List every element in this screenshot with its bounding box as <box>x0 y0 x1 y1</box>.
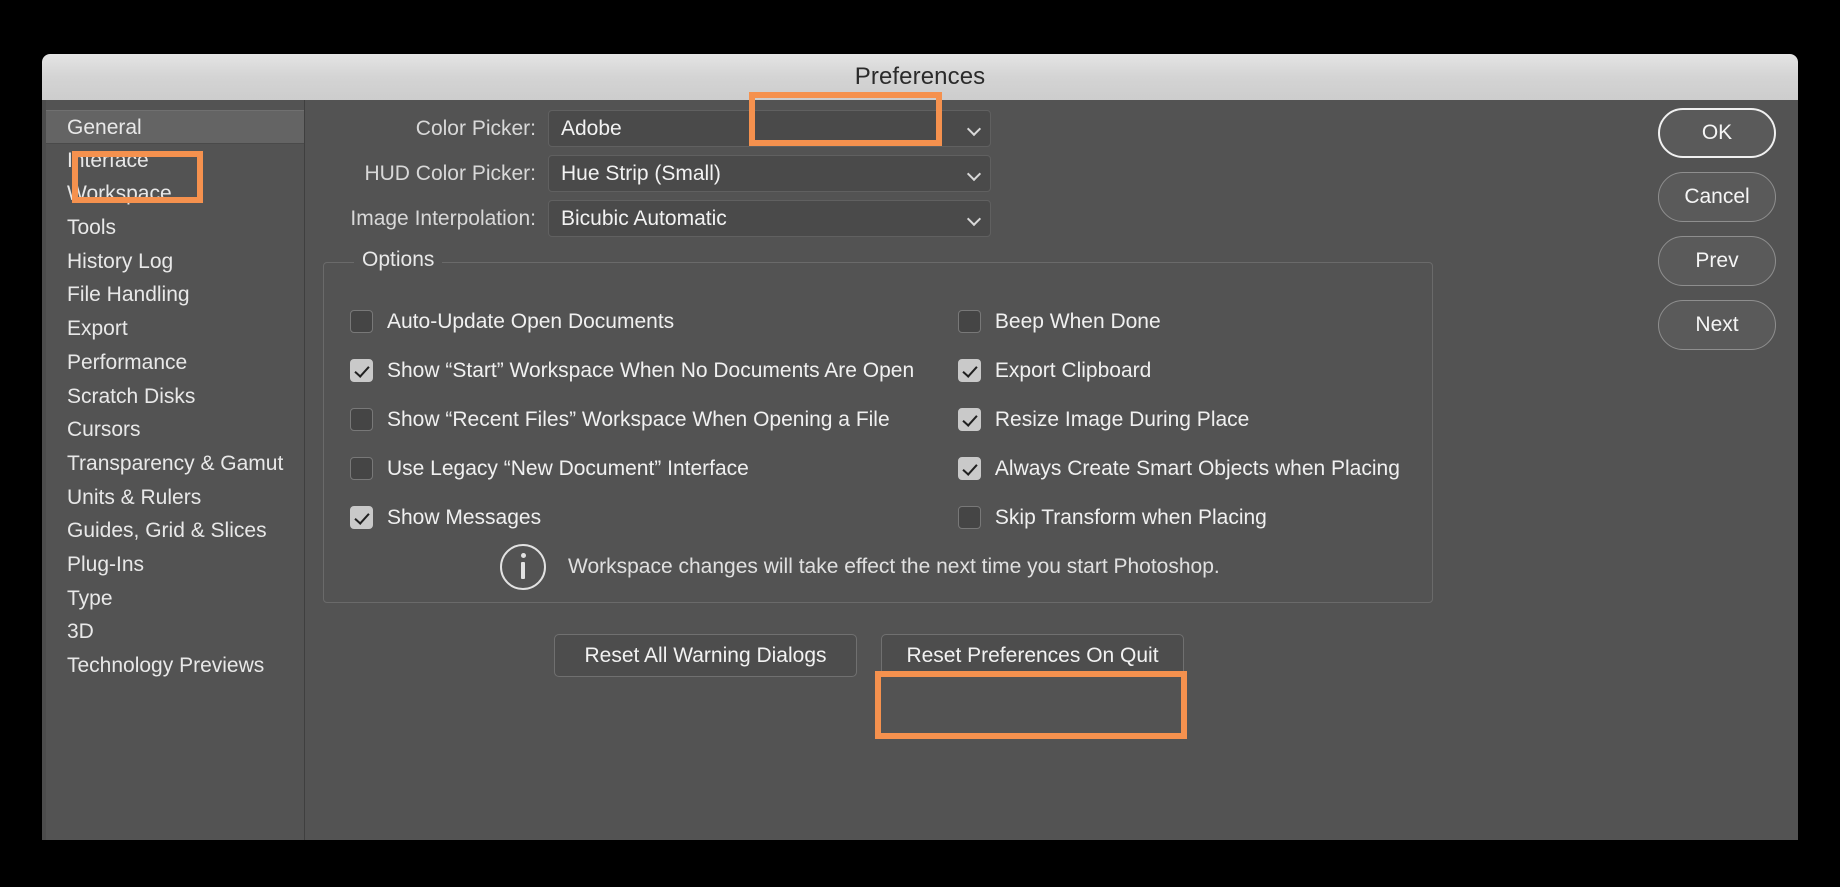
sidebar-item-units-rulers[interactable]: Units & Rulers <box>42 481 304 515</box>
checkbox-row[interactable]: Beep When Done <box>957 297 1432 346</box>
select-image-interpolation[interactable]: Bicubic Automatic <box>548 200 991 237</box>
sidebar-item-type[interactable]: Type <box>42 582 304 616</box>
field-row: HUD Color Picker: Hue Strip (Small) <box>305 155 1005 192</box>
checkbox-row[interactable]: Use Legacy “New Document” Interface <box>350 444 940 493</box>
chevron-down-icon <box>968 168 980 180</box>
checkbox-label: Resize Image During Place <box>994 407 1250 431</box>
sidebar-item-general[interactable]: General <box>42 110 304 144</box>
sidebar-item-scratch-disks[interactable]: Scratch Disks <box>42 380 304 414</box>
options-columns: Auto-Update Open Documents Show “Start” W… <box>324 297 1432 542</box>
ok-button[interactable]: OK <box>1658 108 1776 158</box>
preferences-sidebar: General Interface Workspace Tools History Lo… <box>42 100 305 840</box>
sidebar-list: General Interface Workspace Tools History Lo… <box>42 110 304 683</box>
cancel-button[interactable]: Cancel <box>1658 172 1776 222</box>
sidebar-item-export[interactable]: Export <box>42 312 304 346</box>
sidebar-item-technology-previews[interactable]: Technology Previews <box>42 649 304 683</box>
checkbox-export-clipboard[interactable] <box>957 359 981 382</box>
checkbox-label: Auto-Update Open Documents <box>387 309 675 333</box>
dialog-titlebar: Preferences <box>42 54 1798 101</box>
checkbox-label: Use Legacy “New Document” Interface <box>387 456 749 480</box>
prev-button[interactable]: Prev <box>1658 236 1776 286</box>
checkbox-use-legacy-new-document-interface[interactable] <box>350 457 373 480</box>
checkbox-always-create-smart-objects-when-placing[interactable] <box>957 457 981 480</box>
checkbox-row[interactable]: Resize Image During Place <box>957 395 1432 444</box>
options-column-left: Auto-Update Open Documents Show “Start” W… <box>324 297 940 542</box>
checkbox-label: Skip Transform when Placing <box>994 505 1267 529</box>
checkbox-show-start-workspace-when-no-documents-are-open[interactable] <box>350 359 373 382</box>
preferences-main-panel: Color Picker: Adobe HUD Color Picker: Hue S… <box>305 100 1798 840</box>
checkbox-row[interactable]: Auto-Update Open Documents <box>350 297 940 346</box>
chevron-down-icon <box>968 123 980 135</box>
sidebar-item-cursors[interactable]: Cursors <box>42 413 304 447</box>
checkbox-skip-transform-when-placing[interactable] <box>957 506 981 529</box>
select-color-picker[interactable]: Adobe <box>548 110 991 147</box>
checkbox-label: Show “Start” Workspace When No Documents… <box>387 358 915 382</box>
checkbox-show-recent-files-workspace-when-opening-a-file[interactable] <box>350 408 373 431</box>
checkbox-row[interactable]: Always Create Smart Objects when Placing <box>957 444 1432 493</box>
checkbox-row[interactable]: Skip Transform when Placing <box>957 493 1432 542</box>
checkbox-label: Show Messages <box>387 505 542 529</box>
options-column-right: Beep When Done Export Clipboard Resize Ima… <box>940 297 1432 542</box>
sidebar-item-tools[interactable]: Tools <box>42 211 304 245</box>
page-title: Preferences <box>854 63 986 90</box>
options-group: Options Auto-Update Open Documents Show “… <box>323 248 1433 603</box>
sidebar-item-workspace[interactable]: Workspace <box>42 177 304 211</box>
options-legend: Options <box>354 248 443 272</box>
checkbox-label: Always Create Smart Objects when Placing <box>994 456 1400 480</box>
checkbox-label: Show “Recent Files” Workspace When Openi… <box>387 407 890 431</box>
reset-preferences-on-quit-button[interactable]: Reset Preferences On Quit <box>881 634 1184 677</box>
reset-all-warning-dialogs-button[interactable]: Reset All Warning Dialogs <box>554 634 857 677</box>
sidebar-item-guides-grid-slices[interactable]: Guides, Grid & Slices <box>42 514 304 548</box>
sidebar-scroll-edge <box>42 100 46 840</box>
sidebar-item-plug-ins[interactable]: Plug-Ins <box>42 548 304 582</box>
sidebar-item-performance[interactable]: Performance <box>42 346 304 380</box>
checkbox-row[interactable]: Show “Recent Files” Workspace When Openi… <box>350 395 940 444</box>
select-hud-color-picker[interactable]: Hue Strip (Small) <box>548 155 991 192</box>
select-value: Hue Strip (Small) <box>561 161 721 185</box>
select-value: Adobe <box>561 116 622 140</box>
checkbox-row[interactable]: Show Messages <box>350 493 940 542</box>
chevron-down-icon <box>968 213 980 225</box>
field-row: Color Picker: Adobe <box>305 110 1005 147</box>
field-label: HUD Color Picker: <box>364 161 536 185</box>
select-value: Bicubic Automatic <box>561 206 727 230</box>
field-label: Image Interpolation: <box>350 206 536 230</box>
sidebar-item-interface[interactable]: Interface <box>42 144 304 178</box>
sidebar-item-3d[interactable]: 3D <box>42 615 304 649</box>
next-button[interactable]: Next <box>1658 300 1776 350</box>
bottom-button-row: Reset All Warning Dialogs Reset Preferenc… <box>305 634 1433 677</box>
checkbox-resize-image-during-place[interactable] <box>957 408 981 431</box>
checkbox-auto-update-open-documents[interactable] <box>350 310 373 333</box>
dropdown-fields: Color Picker: Adobe HUD Color Picker: Hue S… <box>305 110 1005 245</box>
sidebar-item-transparency-gamut[interactable]: Transparency & Gamut <box>42 447 304 481</box>
checkbox-label: Export Clipboard <box>994 358 1152 382</box>
checkbox-label: Beep When Done <box>994 309 1161 333</box>
dialog-action-buttons: OK Cancel Prev Next <box>1658 108 1776 350</box>
field-label: Color Picker: <box>415 116 536 140</box>
info-note-text: Workspace changes will take effect the n… <box>568 555 1220 578</box>
checkbox-show-messages[interactable] <box>350 506 373 529</box>
sidebar-item-file-handling[interactable]: File Handling <box>42 278 304 312</box>
info-icon <box>500 544 546 590</box>
workspace-info-note: Workspace changes will take effect the n… <box>500 544 1220 590</box>
checkbox-row[interactable]: Export Clipboard <box>957 346 1432 395</box>
dialog-content: General Interface Workspace Tools History Lo… <box>42 100 1798 840</box>
checkbox-row[interactable]: Show “Start” Workspace When No Documents… <box>350 346 940 395</box>
field-row: Image Interpolation: Bicubic Automatic <box>305 200 1005 237</box>
preferences-dialog: Preferences General Interface Workspace Too… <box>42 54 1798 840</box>
sidebar-item-history-log[interactable]: History Log <box>42 245 304 279</box>
checkbox-beep-when-done[interactable] <box>957 310 981 333</box>
